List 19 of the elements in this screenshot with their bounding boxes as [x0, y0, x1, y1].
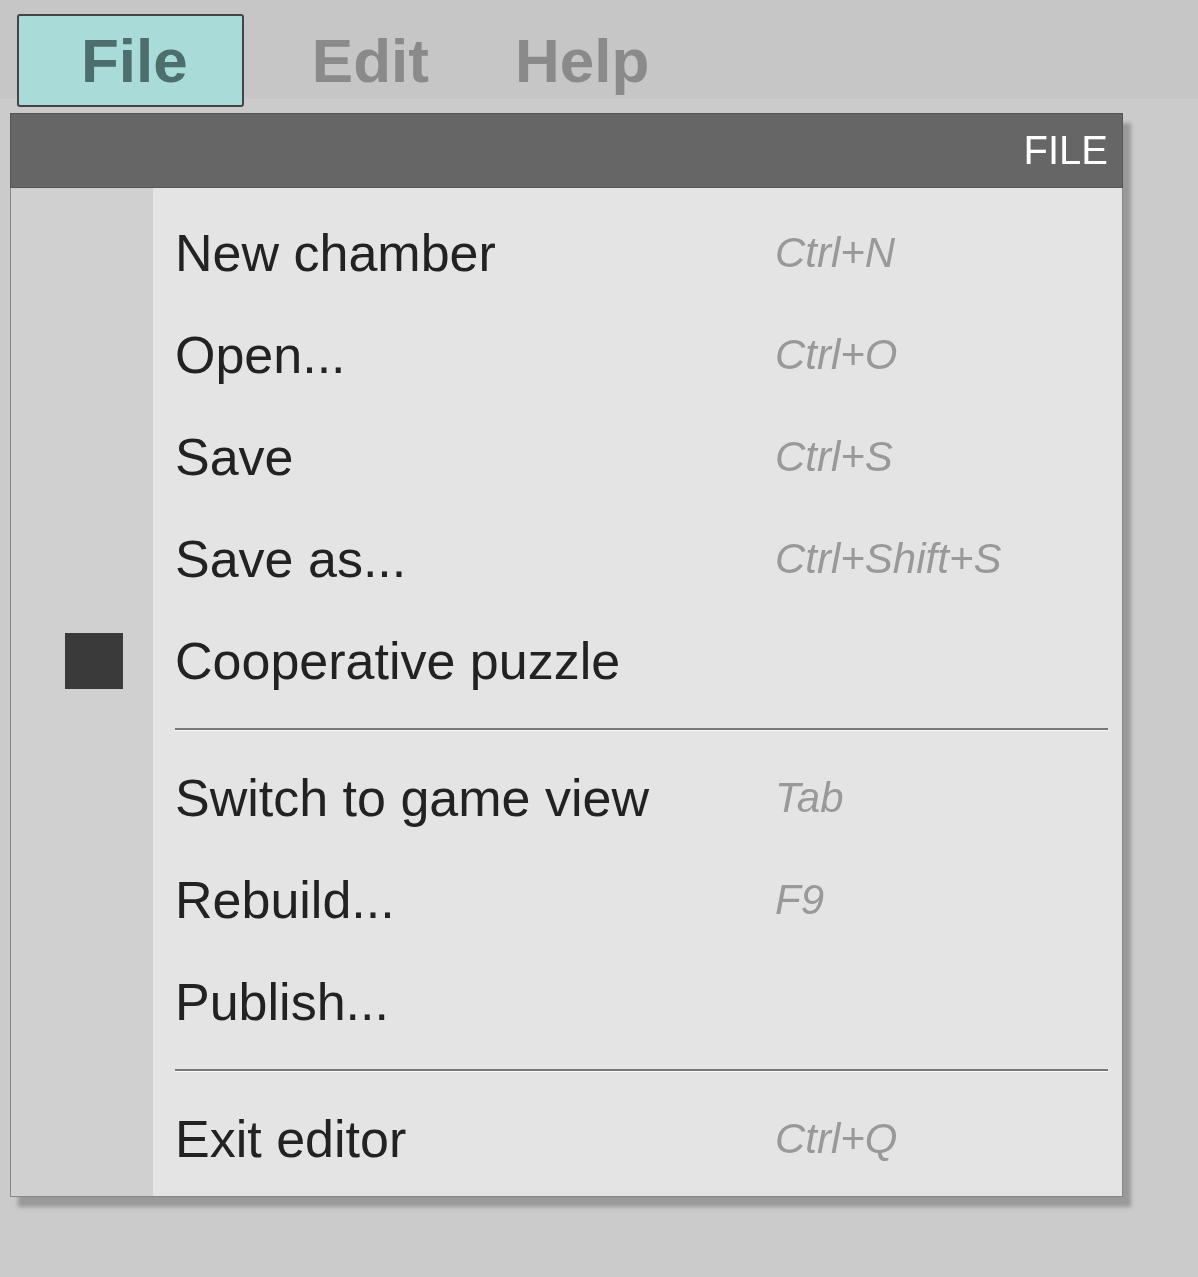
- menu-item[interactable]: Open...: [175, 325, 775, 385]
- shortcut-label: Ctrl+N: [775, 229, 896, 277]
- shortcut-label: Ctrl+Q: [775, 1115, 898, 1163]
- shortcut-label: Ctrl+S: [775, 433, 893, 481]
- menu-item[interactable]: Save: [175, 427, 775, 487]
- shortcut-label: Ctrl+Shift+S: [775, 535, 1002, 583]
- menu-item[interactable]: Publish...: [175, 972, 775, 1032]
- menu-item[interactable]: Switch to game view: [175, 768, 775, 828]
- menu-item[interactable]: Exit editor: [175, 1109, 775, 1169]
- menu-item[interactable]: Rebuild...: [175, 870, 775, 930]
- checkbox-mark[interactable]: [65, 633, 123, 689]
- menu-header: FILE: [10, 113, 1123, 188]
- menu-tab[interactable]: File: [17, 14, 244, 107]
- shortcut-label: Tab: [775, 774, 844, 822]
- menu-item[interactable]: Cooperative puzzle: [175, 631, 775, 691]
- shortcut-label: Ctrl+O: [775, 331, 898, 379]
- shortcut-label: F9: [775, 876, 824, 924]
- menu-item[interactable]: New chamber: [175, 223, 775, 283]
- menu-item[interactable]: Save as...: [175, 529, 775, 589]
